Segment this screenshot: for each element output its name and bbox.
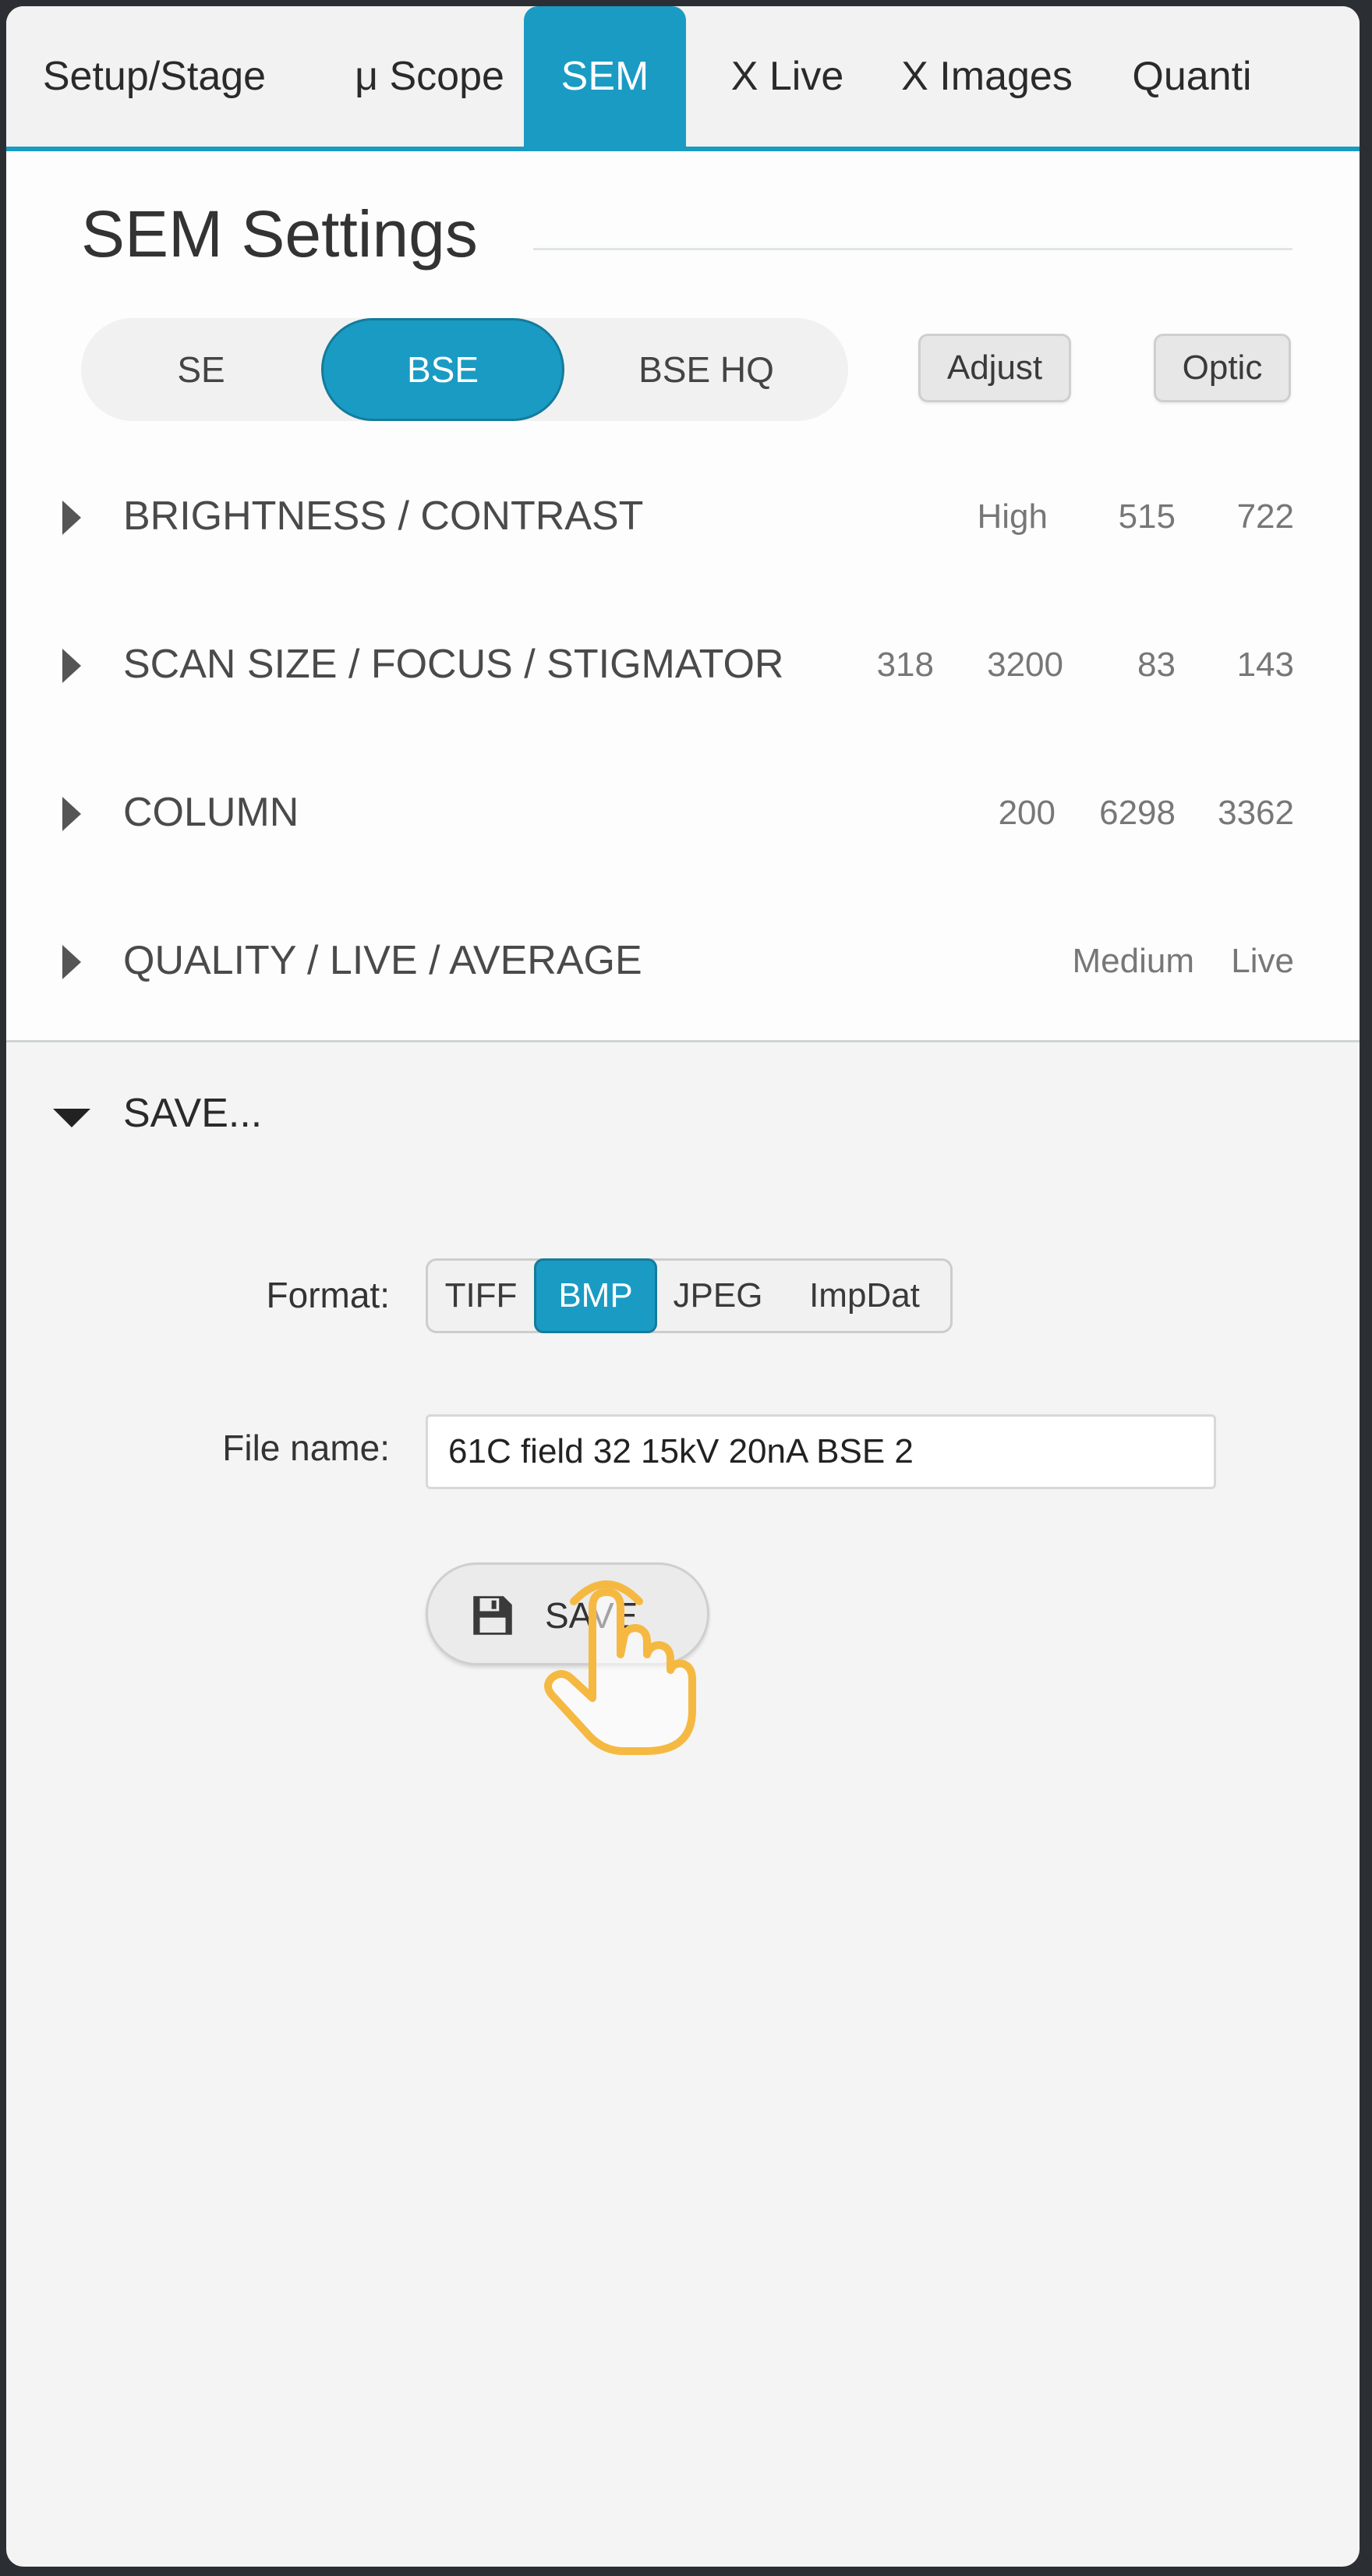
format-tiff-button[interactable]: TIFF <box>428 1261 534 1331</box>
section-label: BRIGHTNESS / CONTRAST <box>123 494 644 539</box>
caret-right-icon <box>62 945 81 979</box>
tab-label: X Images <box>901 54 1073 99</box>
tab-setup-stage[interactable]: Setup/Stage <box>30 6 279 147</box>
tab-x-images[interactable]: X Images <box>879 6 1094 147</box>
section-value: 6298 <box>1099 794 1176 832</box>
sem-settings-panel: SEM Settings SE BSE BSE HQ Adjust Optic … <box>6 151 1360 1042</box>
caret-right-icon <box>62 797 81 831</box>
mode-bse-button[interactable]: BSE <box>321 318 564 421</box>
section-quality-live-average[interactable]: QUALITY / LIVE / AVERAGE Medium Live <box>6 920 1360 1006</box>
section-value: 200 <box>998 794 1056 832</box>
app-window: Setup/Stage μ Scope SEM X Live X Images … <box>6 6 1360 2567</box>
adjust-button[interactable]: Adjust <box>918 334 1071 402</box>
optic-button[interactable]: Optic <box>1154 334 1291 402</box>
section-label: SCAN SIZE / FOCUS / STIGMATOR <box>123 642 784 687</box>
section-column[interactable]: COLUMN 200 6298 3362 <box>6 772 1360 858</box>
section-value: 3200 <box>987 646 1063 684</box>
section-value: 515 <box>1118 497 1176 536</box>
section-label: QUALITY / LIVE / AVERAGE <box>123 938 642 983</box>
tab-x-live[interactable]: X Live <box>705 6 870 147</box>
tab-bar: Setup/Stage μ Scope SEM X Live X Images … <box>6 6 1360 151</box>
caret-right-icon <box>62 649 81 683</box>
section-value: 318 <box>876 646 934 684</box>
caret-right-icon <box>62 501 81 535</box>
section-value: 83 <box>1137 646 1176 684</box>
save-section-title: SAVE... <box>123 1091 263 1136</box>
section-value: 722 <box>1236 497 1294 536</box>
caret-down-icon <box>53 1109 90 1127</box>
format-jpeg-button[interactable]: JPEG <box>657 1261 779 1331</box>
filename-input[interactable] <box>426 1414 1216 1489</box>
section-label: COLUMN <box>123 790 299 835</box>
hand-pointer-icon <box>544 1580 696 1755</box>
section-value: 143 <box>1236 646 1294 684</box>
tab-label: SEM <box>560 54 649 99</box>
mode-bse-hq-button[interactable]: BSE HQ <box>564 318 848 421</box>
section-scan-size-focus-stigmator[interactable]: SCAN SIZE / FOCUS / STIGMATOR 318 3200 8… <box>6 624 1360 709</box>
tab-label: μ Scope <box>355 54 504 99</box>
section-brightness-contrast[interactable]: BRIGHTNESS / CONTRAST High 515 722 <box>6 476 1360 561</box>
filename-label: File name: <box>222 1428 390 1468</box>
tab-micro-scope[interactable]: μ Scope <box>327 6 532 147</box>
detector-mode-selector: SE BSE BSE HQ <box>81 318 848 421</box>
tab-label: Setup/Stage <box>42 54 267 99</box>
format-selector: TIFF BMP JPEG ImpDat <box>426 1258 953 1333</box>
tab-label: Quanti <box>1132 54 1252 99</box>
section-value: 3362 <box>1218 794 1294 832</box>
section-value: Medium <box>1072 942 1195 980</box>
format-bmp-button[interactable]: BMP <box>534 1258 657 1333</box>
tab-quanti[interactable]: Quanti <box>1110 6 1274 147</box>
format-label: Format: <box>266 1275 390 1315</box>
floppy-disk-icon <box>473 1596 512 1635</box>
title-divider <box>533 248 1292 250</box>
tab-label: X Live <box>730 54 844 99</box>
save-section-header[interactable]: SAVE... <box>6 1067 1360 1160</box>
section-value: Live <box>1231 942 1294 980</box>
page-title: SEM Settings <box>81 197 478 271</box>
format-impdat-button[interactable]: ImpDat <box>779 1261 950 1331</box>
tab-sem[interactable]: SEM <box>524 6 686 147</box>
section-value: High <box>977 497 1048 536</box>
mode-se-button[interactable]: SE <box>81 318 321 421</box>
